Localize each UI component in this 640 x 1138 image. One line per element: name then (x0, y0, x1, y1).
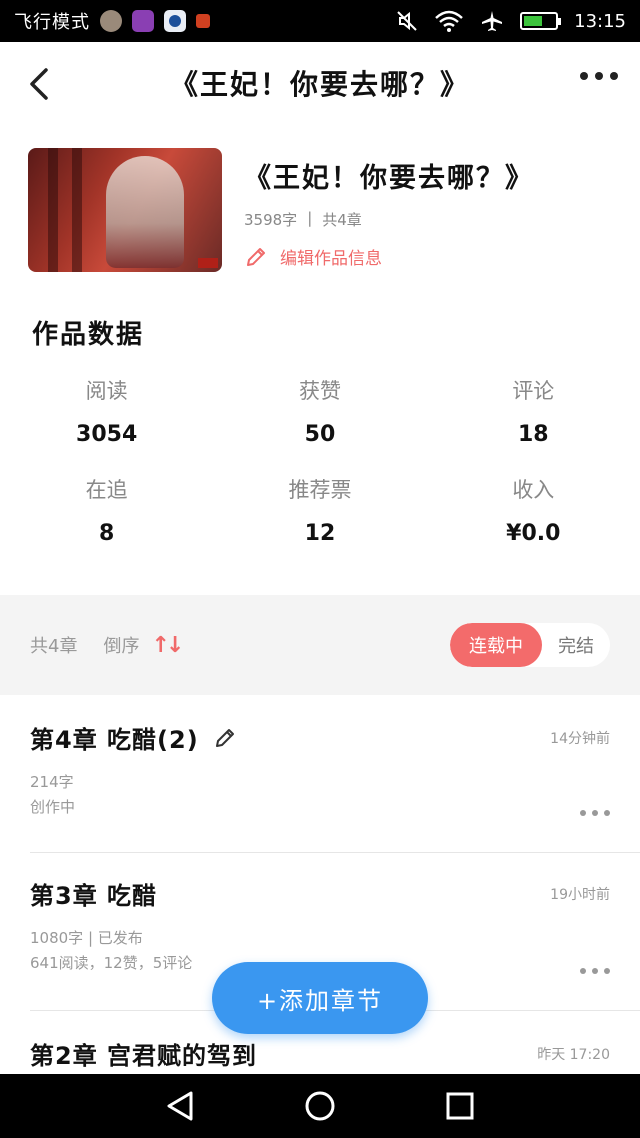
wifi-icon (435, 10, 463, 32)
airplane-icon (482, 11, 503, 31)
book-cover-image[interactable] (28, 148, 222, 272)
airplane-mode-text: 飞行模式 (14, 12, 90, 33)
book-info-card: 《王妃！你要去哪？》 3598字 | 共4章 编辑作品信息 (28, 148, 612, 272)
chapter-item[interactable]: 第2章 宫君赋的驾到 昨天 17:20 (30, 1036, 610, 1074)
stats-grid: 阅读 3054 获赞 50 评论 18 在追 8 推荐票 12 收入 ¥0.0 (0, 372, 640, 546)
sort-arrows-icon[interactable]: ↑↓ (151, 633, 184, 658)
chapter-item[interactable]: 第4章 吃醋(2) 14分钟前 214字 创作中 (30, 720, 610, 840)
chapter-title: 第2章 宫君赋的驾到 (30, 1042, 258, 1070)
serializing-option[interactable]: 连载中 (450, 623, 542, 667)
back-arrow-icon[interactable] (22, 64, 58, 104)
stats-section-title: 作品数据 (32, 320, 145, 350)
chapter-more-icon[interactable] (580, 968, 610, 974)
system-nav-bar (0, 1074, 640, 1138)
chapter-total-count: 共4章 (30, 636, 78, 657)
stat-reads: 阅读 3054 (0, 372, 213, 447)
chapter-time: 14分钟前 (550, 731, 610, 747)
stat-label: 在追 (85, 478, 128, 502)
status-bar: 飞行模式 13:15 (0, 0, 640, 42)
stat-value: ¥0.0 (506, 521, 561, 546)
add-chapter-button[interactable]: +添加章节 (212, 962, 428, 1034)
book-chapter-count: 共4章 (322, 211, 362, 229)
gallery-notification-icon (132, 10, 154, 32)
stat-value: 18 (518, 422, 549, 447)
status-toggle[interactable]: 连载中 完结 (450, 623, 610, 667)
edit-book-info-link[interactable]: 编辑作品信息 (244, 244, 534, 269)
chapter-more-icon[interactable] (580, 810, 610, 816)
meta-separator: | (307, 209, 313, 227)
nav-recents-icon[interactable] (443, 1089, 477, 1123)
mute-icon (397, 11, 417, 31)
book-title: 《王妃！你要去哪？》 (244, 163, 534, 194)
chapter-status: 创作中 (30, 798, 76, 816)
battery-charging-icon (520, 12, 562, 30)
chapter-word-count: 214字 (30, 773, 74, 791)
page-title: 《王妃！你要去哪？》 (169, 68, 470, 101)
stat-value: 8 (99, 521, 115, 546)
nav-back-icon[interactable] (163, 1089, 197, 1123)
stat-value: 50 (304, 422, 336, 447)
stat-label: 推荐票 (288, 478, 352, 502)
chapter-title: 第4章 吃醋(2) (30, 726, 199, 754)
nav-home-icon[interactable] (303, 1089, 337, 1123)
chapter-time: 昨天 17:20 (537, 1047, 610, 1063)
stat-value: 3054 (76, 422, 138, 447)
more-options-icon[interactable] (580, 72, 618, 80)
stat-recommend-votes: 推荐票 12 (213, 471, 426, 546)
browser-notification-icon (164, 10, 186, 32)
status-time: 13:15 (574, 10, 626, 32)
chapter-info: 1080字 | 已发布 (30, 929, 143, 947)
pencil-icon (247, 247, 265, 266)
chapter-title: 第3章 吃醋 (30, 882, 158, 910)
divider (30, 852, 640, 853)
sort-order-button[interactable]: 倒序 (103, 632, 139, 658)
chapter-time: 19小时前 (550, 887, 610, 903)
app-small-notification-icon (196, 14, 210, 28)
app-notification-icon (100, 10, 122, 32)
stat-value: 12 (304, 521, 336, 546)
stat-label: 获赞 (298, 379, 341, 403)
chapter-filter-bar: 共4章 倒序 ↑↓ 连载中 完结 (0, 595, 640, 695)
top-app-bar: 《王妃！你要去哪？》 (0, 42, 640, 124)
stat-label: 收入 (512, 478, 555, 502)
stat-followers: 在追 8 (0, 471, 213, 546)
book-word-count: 3598字 (244, 211, 298, 229)
stat-comments: 评论 18 (427, 372, 640, 447)
stat-label: 阅读 (85, 379, 128, 403)
stat-label: 评论 (512, 379, 555, 403)
edit-book-info-label: 编辑作品信息 (280, 249, 382, 269)
stat-income: 收入 ¥0.0 (427, 471, 640, 546)
completed-option[interactable]: 完结 (542, 632, 610, 658)
stat-likes: 获赞 50 (213, 372, 426, 447)
edit-chapter-pencil-icon[interactable] (213, 726, 237, 750)
